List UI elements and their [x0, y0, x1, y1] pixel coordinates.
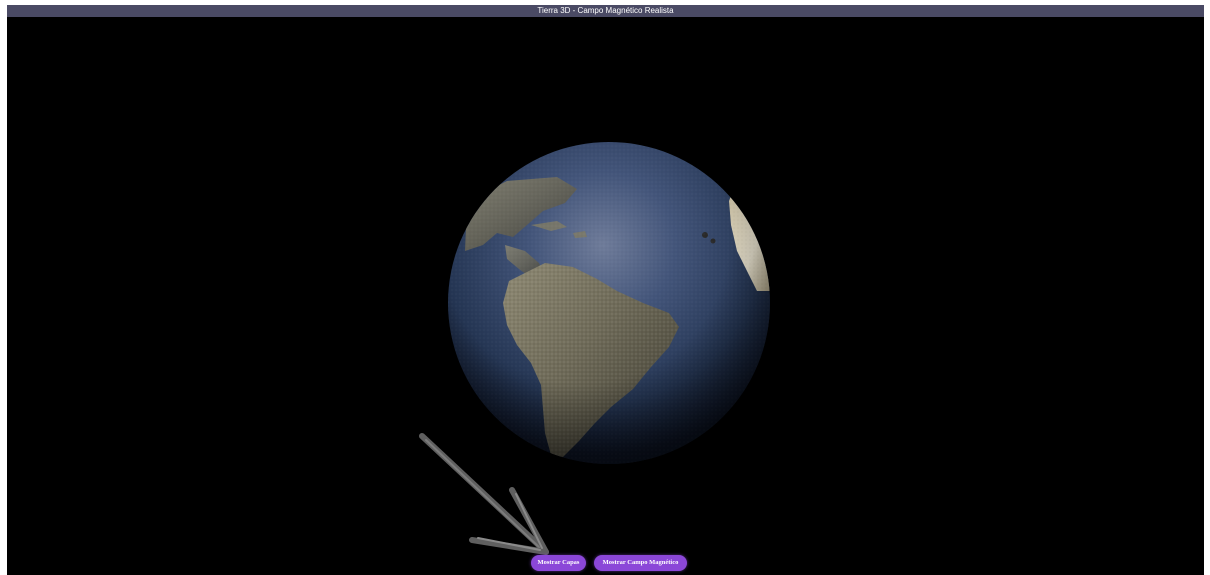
render-canvas[interactable]: Mostrar Capas Mostrar Campo Magnético: [7, 17, 1204, 575]
show-layers-button[interactable]: Mostrar Capas: [531, 555, 586, 571]
app-window: Tierra 3D - Campo Magnético Realista Mos…: [7, 5, 1204, 575]
button-bar: Mostrar Capas Mostrar Campo Magnético: [531, 555, 687, 571]
arrow-pointer-icon: [419, 433, 549, 555]
window-title: Tierra 3D - Campo Magnético Realista: [7, 5, 1204, 17]
earth-globe-icon[interactable]: [447, 141, 771, 465]
show-magnetic-field-button[interactable]: Mostrar Campo Magnético: [594, 555, 687, 571]
